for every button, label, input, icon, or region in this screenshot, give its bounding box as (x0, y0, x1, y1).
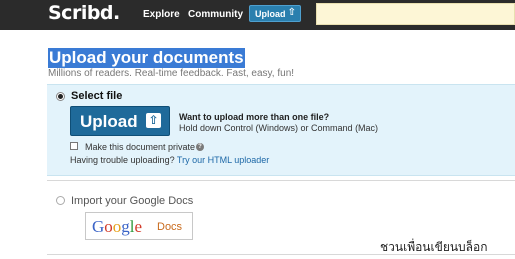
multi-upload-hint: Hold down Control (Windows) or Command (… (179, 123, 379, 133)
google-logo: Google (92, 217, 143, 236)
scribd-logo[interactable]: Scribd. (48, 2, 120, 24)
nav-community-link[interactable]: Community (188, 9, 243, 20)
watermark-text: ชวนเพื่อนเขียนบล็อก (380, 240, 488, 254)
arrow-up-icon: ⇧ (146, 113, 161, 128)
select-file-label[interactable]: Select file (71, 90, 122, 102)
google-docs-text: Docs (157, 221, 183, 233)
trouble-uploading: Having trouble uploading? Try our HTML u… (70, 155, 269, 165)
google-docs-radio[interactable] (56, 196, 65, 205)
private-label[interactable]: Make this document private (85, 142, 195, 152)
html-uploader-link[interactable]: Try our HTML uploader (177, 155, 269, 165)
search-input[interactable] (316, 3, 515, 25)
nav-upload-button[interactable]: Upload ⇧ (249, 5, 301, 22)
page-title: Upload your documents (48, 48, 245, 68)
multi-upload-question: Want to upload more than one file? (179, 112, 330, 122)
arrow-up-icon: ⇧ (287, 7, 296, 18)
nav-upload-label: Upload (255, 9, 286, 19)
nav-explore-link[interactable]: Explore (143, 9, 180, 20)
google-docs-label[interactable]: Import your Google Docs (71, 195, 193, 207)
top-nav: Scribd. Explore Community Upload ⇧ (0, 0, 515, 30)
google-docs-button[interactable]: Google Docs (85, 212, 193, 240)
page-subtitle: Millions of readers. Real-time feedback.… (48, 68, 295, 79)
divider (47, 180, 515, 181)
question-icon[interactable]: ? (196, 143, 204, 151)
private-checkbox[interactable] (70, 142, 78, 150)
upload-button[interactable]: Upload ⇧ (70, 106, 170, 136)
select-file-radio[interactable] (56, 92, 65, 101)
trouble-text: Having trouble uploading? (70, 155, 175, 165)
upload-button-label: Upload (80, 112, 138, 131)
